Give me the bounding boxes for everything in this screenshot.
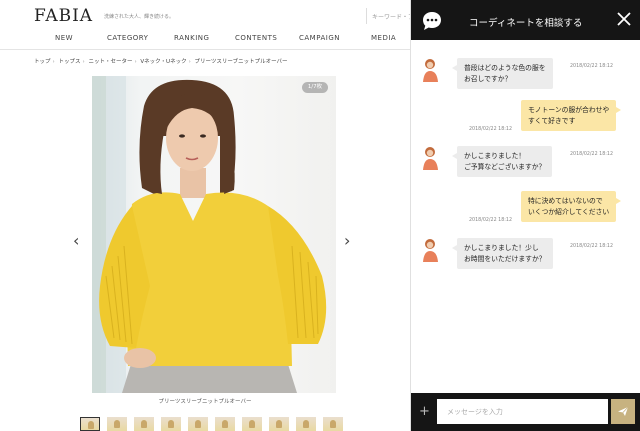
chat-panel: コーディネートを相談する 普段はどのような色の服を お召しですか？ 2018/0…	[410, 0, 640, 431]
thumbnail-figure	[330, 420, 336, 428]
chat-bubble: 普段はどのような色の服を お召しですか？	[452, 58, 553, 89]
breadcrumb-item-knit[interactable]: ニット・セーター	[88, 59, 132, 65]
nav-item-category[interactable]: CATEGORY	[107, 34, 148, 42]
thumbnail-2[interactable]	[107, 417, 127, 431]
site-header: FABIA 洗練された大人、輝き続ける。 キーワード・ブランド NEW CATE…	[0, 0, 410, 50]
thumbnail-9[interactable]	[296, 417, 316, 431]
breadcrumb-item-tops[interactable]: トップス	[58, 59, 80, 65]
nav-item-media[interactable]: MEDIA	[371, 34, 396, 42]
nav-item-contents[interactable]: CONTENTS	[235, 34, 277, 42]
attach-plus-button[interactable]: +	[419, 405, 430, 418]
thumbnail-4[interactable]	[161, 417, 181, 431]
staff-avatar	[423, 147, 438, 170]
chat-header: コーディネートを相談する	[411, 0, 640, 40]
product-image[interactable]: 1/7枚	[92, 76, 336, 393]
chat-bubble: かしこまりました！少し お時間をいただけますか？	[452, 238, 553, 269]
chat-input-bar: +	[411, 393, 640, 431]
nav-item-new[interactable]: NEW	[55, 34, 73, 42]
thumbnail-figure	[303, 420, 309, 428]
thumbnail-1[interactable]	[80, 417, 100, 431]
chat-line: すくて好きです	[528, 116, 576, 125]
breadcrumb: トップ › トップス › ニット・セーター › Vネック・Uネック › プリーツスリーブ…	[34, 57, 288, 65]
search-input[interactable]: キーワード・ブランド	[366, 8, 410, 24]
chat-timestamp: 2018/02/22 18:12	[570, 64, 613, 69]
staff-avatar	[423, 239, 438, 262]
breadcrumb-separator: ›	[134, 59, 137, 65]
breadcrumb-item-vneck[interactable]: Vネック・Uネック	[140, 59, 186, 65]
chat-bubble: 特に決めてはいないので いくつか紹介してください	[521, 191, 622, 222]
chat-line: かしこまりました！	[464, 152, 526, 160]
chat-line: ご予算などございますか？	[464, 162, 546, 171]
thumbnail-figure	[141, 420, 147, 428]
breadcrumb-separator: ›	[52, 59, 55, 65]
thumbnail-figure	[222, 420, 228, 428]
model-illustration	[92, 76, 327, 393]
thumbnail-3[interactable]	[134, 417, 154, 431]
thumbnail-5[interactable]	[188, 417, 208, 431]
nav-item-ranking[interactable]: RANKING	[174, 34, 209, 42]
breadcrumb-separator: ›	[82, 59, 85, 65]
thumbnail-8[interactable]	[269, 417, 289, 431]
product-caption: プリーツスリーブニットプルオーバー	[158, 399, 252, 405]
chat-timestamp: 2018/02/22 18:12	[469, 127, 512, 132]
thumbnail-7[interactable]	[242, 417, 262, 431]
chat-line: 特に決めてはいないので	[528, 197, 603, 205]
breadcrumb-item-top[interactable]: トップ	[34, 59, 51, 65]
send-button[interactable]	[611, 399, 635, 424]
chat-bubble-icon	[423, 12, 441, 30]
close-icon[interactable]	[615, 10, 633, 28]
chat-timestamp: 2018/02/22 18:12	[570, 152, 613, 157]
chat-timestamp: 2018/02/22 18:12	[570, 244, 613, 249]
chat-bubble: モノトーンの服が合わせや すくて好きです	[521, 100, 622, 131]
thumbnail-figure	[195, 420, 201, 428]
message-input[interactable]	[437, 399, 608, 424]
chat-timestamp: 2018/02/22 18:12	[469, 218, 512, 223]
thumbnail-6[interactable]	[215, 417, 235, 431]
chat-line: お時間をいただけますか？	[464, 254, 546, 263]
site-logo[interactable]: FABIA	[34, 6, 93, 26]
thumbnail-figure	[249, 420, 255, 428]
next-image-arrow[interactable]: ›	[344, 233, 350, 249]
chat-bubble: かしこまりました！ ご予算などございますか？	[451, 146, 553, 177]
main-nav: NEW CATEGORY RANKING CONTENTS CAMPAIGN M…	[0, 28, 410, 50]
site-tagline: 洗練された大人、輝き続ける。	[104, 14, 175, 20]
nav-item-campaign[interactable]: CAMPAIGN	[299, 34, 340, 42]
prev-image-arrow[interactable]: ‹	[73, 233, 79, 249]
staff-avatar	[423, 59, 438, 82]
chat-line: いくつか紹介してください	[528, 207, 610, 216]
thumbnail-10[interactable]	[323, 417, 343, 431]
chat-line: モノトーンの服が合わせや	[528, 106, 610, 114]
thumbnail-figure	[276, 420, 282, 428]
chat-line: お召しですか？	[464, 74, 512, 83]
breadcrumb-item-current: プリーツスリーブニットプルオーバー	[194, 59, 288, 65]
chat-line: かしこまりました！少し	[464, 244, 539, 252]
thumbnail-figure	[88, 421, 94, 429]
send-icon	[618, 406, 629, 416]
page: FABIA 洗練された大人、輝き続ける。 キーワード・ブランド NEW CATE…	[0, 0, 640, 431]
thumbnail-figure	[114, 420, 120, 428]
breadcrumb-separator: ›	[188, 59, 191, 65]
thumbnail-figure	[168, 420, 174, 428]
chat-title: コーディネートを相談する	[469, 18, 583, 29]
image-counter: 1/7枚	[302, 82, 328, 93]
chat-line: 普段はどのような色の服を	[464, 64, 546, 72]
